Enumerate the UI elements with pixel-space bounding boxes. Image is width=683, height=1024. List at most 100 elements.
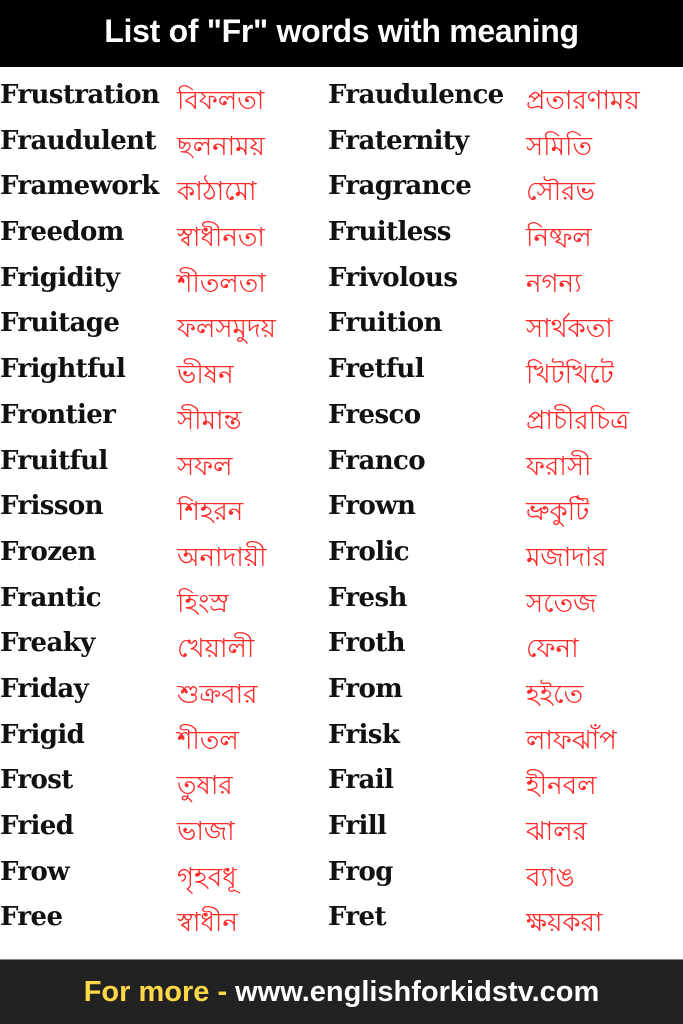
english-word: Franco xyxy=(328,445,426,476)
word-row: Frozen অনাদায়ী Frolic মজাদার xyxy=(0,535,683,581)
word-row: Freedom স্বাধীনতা Fruitless নিষ্ফল xyxy=(0,215,683,261)
bengali-meaning: শীতলতা xyxy=(177,268,266,299)
bengali-meaning: সৌরভ xyxy=(526,177,595,208)
bengali-meaning: ভাজা xyxy=(177,817,235,847)
english-word: Frozen xyxy=(0,536,96,567)
bengali-meaning: সমিতি xyxy=(526,131,592,162)
bengali-meaning: হিংস্র xyxy=(177,588,229,619)
bengali-meaning: তুষার xyxy=(177,771,233,802)
word-row: Frow গৃহবধূ Frog ব্যাঙ xyxy=(0,855,683,901)
bengali-meaning: ফলসমুদয় xyxy=(177,314,276,345)
word-row: Frightful ভীষন Fretful খিটখিটে xyxy=(0,352,683,398)
english-word: From xyxy=(328,673,403,704)
english-word: Frill xyxy=(328,811,387,841)
english-word: Fraternity xyxy=(328,125,469,156)
bengali-meaning: অনাদায়ী xyxy=(177,542,267,573)
bengali-meaning: হইতে xyxy=(526,679,584,710)
word-row: Fried ভাজা Frill ঝালর xyxy=(0,809,683,855)
english-word: Fret xyxy=(328,902,386,933)
english-word: Frigidity xyxy=(0,262,120,293)
bengali-meaning: ভীষন xyxy=(177,360,234,391)
english-word: Fried xyxy=(0,811,74,841)
english-word: Freedom xyxy=(0,217,124,248)
bengali-meaning: প্রতারণাময় xyxy=(526,86,640,116)
word-list: Frustration বিফলতা Fraudulence প্রতারণাময় F… xyxy=(0,78,683,946)
bengali-meaning: সীমান্ত xyxy=(177,405,242,436)
english-word: Frantic xyxy=(0,582,102,613)
bengali-meaning: মজাদার xyxy=(526,542,607,573)
english-word: Froth xyxy=(328,628,406,659)
word-row: Frantic হিংস্র Fresh সতেজ xyxy=(0,581,683,627)
english-word: Fruitage xyxy=(0,308,120,339)
footer-banner: For more - www.englishforkidstv.com xyxy=(0,959,683,1024)
bengali-meaning: শীতল xyxy=(177,725,239,756)
english-word: Frown xyxy=(328,491,416,522)
english-word: Fraudulence xyxy=(328,80,504,110)
english-word: Fretful xyxy=(328,354,425,385)
english-word: Frolic xyxy=(328,536,410,567)
word-row: Frustration বিফলতা Fraudulence প্রতারণাময় xyxy=(0,78,683,124)
bengali-meaning: কাঠামো xyxy=(177,177,257,208)
word-row: Frigid শীতল Frisk লাফঝাঁপ xyxy=(0,718,683,764)
bengali-meaning: ভ্রুকুটি xyxy=(526,497,590,528)
english-word: Fruitless xyxy=(328,217,451,248)
bengali-meaning: লাফঝাঁপ xyxy=(526,725,617,756)
english-word: Fragrance xyxy=(328,171,472,202)
bengali-meaning: বিফলতা xyxy=(177,86,265,116)
english-word: Framework xyxy=(0,171,159,202)
page-title: List of "Fr" words with meaning xyxy=(104,13,579,49)
word-row: Fruitful সফল Franco ফরাসী xyxy=(0,444,683,490)
bengali-meaning: স্বাধীন xyxy=(177,908,238,939)
english-word: Frog xyxy=(328,856,393,887)
bengali-meaning: শুক্রবার xyxy=(177,679,258,710)
word-row: Frigidity শীতলতা Frivolous নগন্য xyxy=(0,261,683,307)
word-row: Free স্বাধীন Fret ক্ষয়করা xyxy=(0,900,683,946)
english-word: Frontier xyxy=(0,399,116,430)
bengali-meaning: নিষ্ফল xyxy=(526,223,592,254)
word-row: Freaky খেয়ালী Froth ফেনা xyxy=(0,626,683,672)
english-word: Freaky xyxy=(0,628,95,659)
english-word: Fruition xyxy=(328,308,442,339)
bengali-meaning: ব্যাঙ xyxy=(526,862,575,893)
word-row: Frontier সীমান্ত Fresco প্রাচীরচিত্র xyxy=(0,398,683,444)
english-word: Frisk xyxy=(328,719,400,750)
footer-prefix: For more - xyxy=(83,975,228,1008)
word-row: Friday শুক্রবার From হইতে xyxy=(0,672,683,718)
english-word: Frivolous xyxy=(328,262,458,293)
header-banner: List of "Fr" words with meaning xyxy=(0,0,683,67)
bengali-meaning: গৃহবধূ xyxy=(177,862,237,893)
bengali-meaning: নগন্য xyxy=(526,268,582,299)
bengali-meaning: সার্থকতা xyxy=(526,314,613,345)
english-word: Frail xyxy=(328,765,394,796)
bengali-meaning: শিহরন xyxy=(177,497,244,528)
word-row: Fraudulent ছলনাময় Fraternity সমিতি xyxy=(0,124,683,170)
english-word: Frisson xyxy=(0,491,104,522)
bengali-meaning: প্রাচীরচিত্র xyxy=(526,405,630,436)
word-row: Frisson শিহরন Frown ভ্রুকুটি xyxy=(0,489,683,535)
bengali-meaning: খেয়ালী xyxy=(177,634,255,665)
english-word: Free xyxy=(0,902,63,933)
english-word: Fresh xyxy=(328,582,407,613)
english-word: Frightful xyxy=(0,354,126,385)
english-word: Frow xyxy=(0,856,70,887)
bengali-meaning: খিটখিটে xyxy=(526,360,614,391)
bengali-meaning: সতেজ xyxy=(526,588,597,619)
english-word: Friday xyxy=(0,673,89,704)
word-row: Frost তুষার Frail হীনবল xyxy=(0,763,683,809)
bengali-meaning: ফেনা xyxy=(526,634,579,665)
bengali-meaning: ফরাসী xyxy=(526,451,592,482)
bengali-meaning: সফল xyxy=(177,451,233,482)
english-word: Frigid xyxy=(0,719,85,750)
word-row: Framework কাঠামো Fragrance সৌরভ xyxy=(0,169,683,215)
bengali-meaning: হীনবল xyxy=(526,771,597,802)
english-word: Frost xyxy=(0,765,73,796)
bengali-meaning: স্বাধীনতা xyxy=(177,223,265,254)
bengali-meaning: ছলনাময় xyxy=(177,131,265,162)
bengali-meaning: ঝালর xyxy=(526,817,587,847)
word-row: Fruitage ফলসমুদয় Fruition সার্থকতা xyxy=(0,306,683,352)
website-link[interactable]: www.englishforkidstv.com xyxy=(235,976,599,1009)
english-word: Fraudulent xyxy=(0,125,156,156)
english-word: Fresco xyxy=(328,399,421,430)
english-word: Frustration xyxy=(0,80,160,110)
english-word: Fruitful xyxy=(0,445,108,476)
